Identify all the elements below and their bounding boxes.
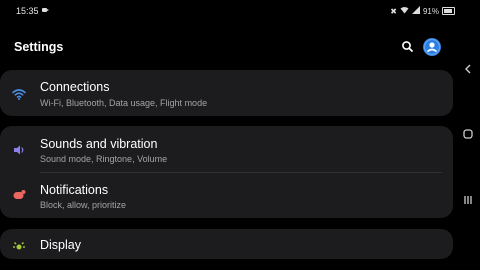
recents-button[interactable]: [460, 192, 476, 208]
recents-icon: [464, 196, 472, 204]
settings-group-connectivity: Connections Wi-Fi, Bluetooth, Data usage…: [0, 70, 453, 116]
settings-item-title: Notifications: [40, 183, 109, 197]
battery-icon: [442, 7, 455, 15]
account-icon: [423, 38, 441, 56]
settings-item-subtitle: Block, allow, prioritize: [40, 200, 127, 210]
settings-item-sounds[interactable]: Sounds and vibration Sound mode, Rington…: [0, 126, 453, 172]
wifi-icon: [11, 86, 27, 102]
settings-item-title: Sounds and vibration: [40, 137, 158, 151]
status-time: 15:35: [16, 6, 39, 16]
settings-item-display[interactable]: Display: [0, 229, 453, 259]
status-bar: 15:35 ✖ 91%: [0, 0, 455, 18]
settings-item-title: Connections: [40, 80, 110, 94]
status-icons: ✖ 91%: [390, 6, 455, 16]
back-button[interactable]: [460, 61, 476, 77]
battery-percent: 91%: [422, 6, 439, 16]
settings-group-display: Display: [0, 229, 453, 259]
notification-icon: [11, 187, 27, 203]
navigation-bar: [455, 0, 480, 270]
profile-button[interactable]: [423, 38, 441, 56]
back-chevron-icon: [465, 64, 471, 74]
display-brightness-icon: [11, 238, 27, 254]
home-icon: [463, 129, 473, 139]
settings-item-notifications[interactable]: Notifications Block, allow, prioritize: [0, 173, 453, 218]
screen-record-icon: [42, 8, 49, 12]
signal-icon: [411, 6, 420, 16]
mute-icon: ✖: [390, 6, 397, 16]
settings-item-subtitle: Sound mode, Ringtone, Volume: [40, 154, 168, 164]
settings-item-title: Display: [40, 238, 81, 252]
search-button[interactable]: [399, 38, 417, 56]
page-title: Settings: [14, 40, 64, 54]
settings-group-sounds-notifications: Sounds and vibration Sound mode, Rington…: [0, 126, 453, 218]
search-icon: [402, 41, 413, 52]
home-button[interactable]: [460, 126, 476, 142]
settings-item-connections[interactable]: Connections Wi-Fi, Bluetooth, Data usage…: [0, 70, 453, 116]
speaker-icon: [11, 142, 27, 158]
wifi-status-icon: [400, 6, 409, 16]
settings-item-subtitle: Wi-Fi, Bluetooth, Data usage, Flight mod…: [40, 98, 208, 108]
